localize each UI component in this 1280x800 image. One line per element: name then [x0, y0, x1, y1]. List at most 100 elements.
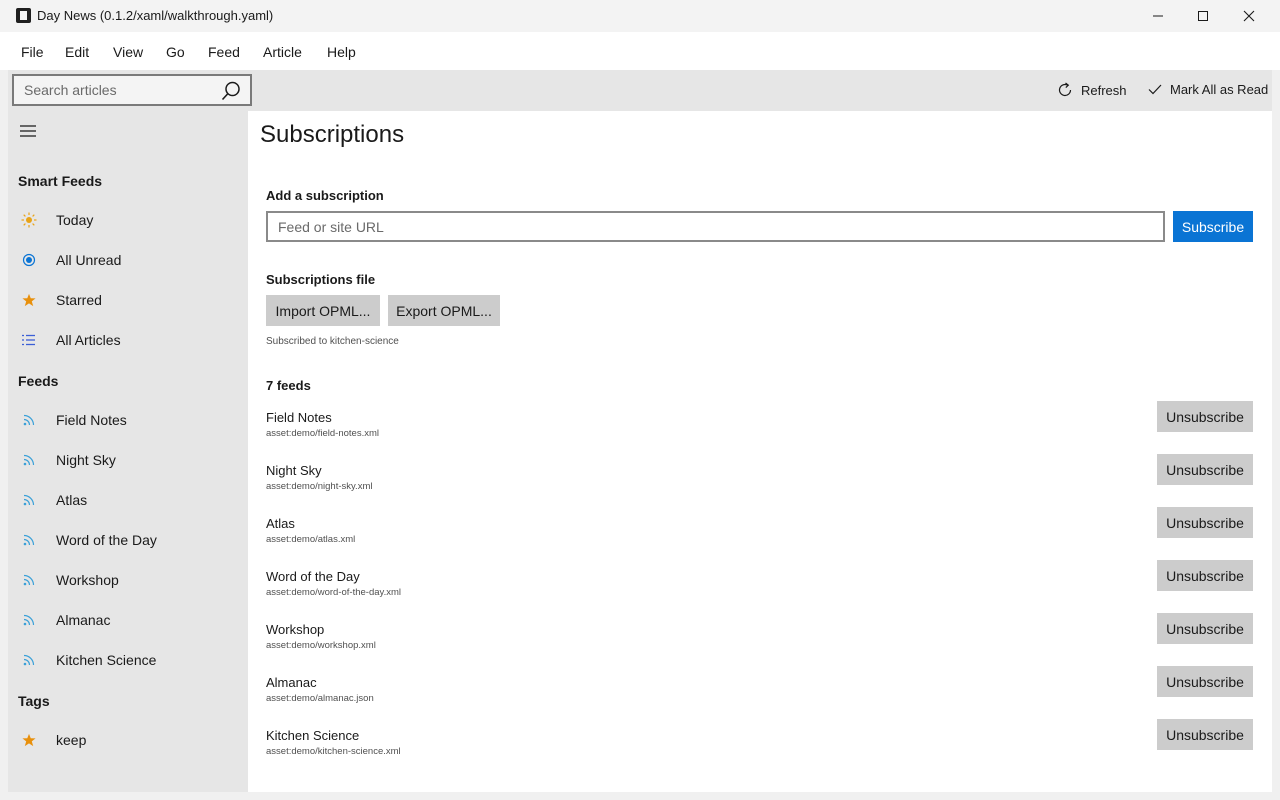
menu-feed[interactable]: Feed — [208, 44, 240, 60]
unsubscribe-button[interactable]: Unsubscribe — [1157, 507, 1253, 538]
minimize-icon — [1153, 15, 1163, 17]
tags-heading: Tags — [18, 693, 50, 709]
hamburger-menu-button[interactable] — [19, 123, 37, 139]
minimize-button[interactable] — [1135, 0, 1181, 32]
sidebar-item-feed[interactable]: Workshop — [8, 560, 248, 600]
app-icon — [16, 8, 31, 23]
sidebar-item-feed[interactable]: Atlas — [8, 480, 248, 520]
unsubscribe-button[interactable]: Unsubscribe — [1157, 613, 1253, 644]
search-box — [12, 74, 252, 106]
sidebar-item-feed[interactable]: Almanac — [8, 600, 248, 640]
feed-url: asset:demo/almanac.json — [266, 693, 374, 704]
title-bar: Day News (0.1.2/xaml/walkthrough.yaml) — [0, 0, 1280, 32]
star-icon — [21, 732, 37, 748]
export-opml-button[interactable]: Export OPML... — [388, 295, 500, 326]
refresh-label: Refresh — [1081, 82, 1127, 98]
sidebar-item-all-unread[interactable]: All Unread — [8, 240, 248, 280]
feed-row: Field Notes asset:demo/field-notes.xml U… — [248, 401, 1272, 463]
maximize-button[interactable] — [1180, 0, 1226, 32]
mark-all-read-label: Mark All as Read — [1170, 81, 1269, 97]
star-icon — [21, 292, 37, 308]
feeds-heading: Feeds — [18, 373, 59, 389]
checkmark-icon — [1148, 84, 1162, 95]
radio-icon — [21, 252, 37, 268]
refresh-icon — [1058, 82, 1072, 97]
menu-file[interactable]: File — [21, 44, 44, 60]
feed-row: Night Sky asset:demo/night-sky.xml Unsub… — [248, 454, 1272, 516]
menu-go[interactable]: Go — [166, 44, 185, 60]
feed-url: asset:demo/night-sky.xml — [266, 481, 373, 492]
unsubscribe-button[interactable]: Unsubscribe — [1157, 454, 1253, 485]
sidebar-item-label: Almanac — [56, 612, 111, 628]
feed-url: asset:demo/kitchen-science.xml — [266, 746, 401, 757]
close-button[interactable] — [1226, 0, 1272, 32]
feed-url-input[interactable] — [266, 211, 1165, 242]
sidebar-item-feed[interactable]: Word of the Day — [8, 520, 248, 560]
rss-icon — [21, 452, 37, 468]
rss-icon — [21, 652, 37, 668]
sidebar-item-label: Word of the Day — [56, 532, 157, 548]
rss-icon — [21, 612, 37, 628]
refresh-button[interactable]: Refresh — [1056, 81, 1127, 99]
page-title: Subscriptions — [260, 121, 405, 148]
feed-row: Almanac asset:demo/almanac.json Unsubscr… — [248, 666, 1272, 728]
sidebar-item-label: Workshop — [56, 572, 119, 588]
subscriptions-file-label: Subscriptions file — [266, 272, 376, 287]
main-content: Subscriptions Add a subscription Subscri… — [248, 111, 1272, 792]
rss-icon — [21, 412, 37, 428]
sidebar-item-label: Today — [56, 212, 94, 228]
unsubscribe-button[interactable]: Unsubscribe — [1157, 560, 1253, 591]
menu-edit[interactable]: Edit — [65, 44, 89, 60]
feed-row: Atlas asset:demo/atlas.xml Unsubscribe — [248, 507, 1272, 569]
search-input[interactable] — [14, 76, 214, 104]
sidebar-item-today[interactable]: Today — [8, 200, 248, 240]
list-icon — [21, 332, 37, 348]
import-opml-button[interactable]: Import OPML... — [266, 295, 380, 326]
sidebar-item-label: Field Notes — [56, 412, 127, 428]
search-icon — [221, 81, 240, 101]
window-title: Day News (0.1.2/xaml/walkthrough.yaml) — [37, 8, 274, 23]
feeds-count: 7 feeds — [266, 378, 311, 393]
menu-view[interactable]: View — [113, 44, 143, 60]
subscribe-button[interactable]: Subscribe — [1173, 211, 1253, 242]
feed-name: Atlas — [266, 516, 295, 531]
rss-icon — [21, 492, 37, 508]
feed-row: Workshop asset:demo/workshop.xml Unsubsc… — [248, 613, 1272, 675]
toolbar: Refresh Mark All as Read — [8, 70, 1272, 111]
feed-name: Field Notes — [266, 410, 332, 425]
sidebar-item-label: All Articles — [56, 332, 121, 348]
feed-name: Word of the Day — [266, 569, 360, 584]
feed-row: Kitchen Science asset:demo/kitchen-scien… — [248, 719, 1272, 781]
sidebar-item-feed[interactable]: Night Sky — [8, 440, 248, 480]
feed-url: asset:demo/atlas.xml — [266, 534, 356, 545]
sidebar-item-feed[interactable]: Field Notes — [8, 400, 248, 440]
smart-feeds-heading: Smart Feeds — [18, 173, 103, 189]
sidebar-item-label: Starred — [56, 292, 102, 308]
sidebar-item-feed[interactable]: Kitchen Science — [8, 640, 248, 680]
sidebar-item-label: Kitchen Science — [56, 652, 157, 668]
unsubscribe-button[interactable]: Unsubscribe — [1157, 719, 1253, 750]
sidebar-item-tag-keep[interactable]: keep — [8, 720, 248, 760]
sidebar-item-all-articles[interactable]: All Articles — [8, 320, 248, 360]
close-icon — [1243, 10, 1255, 22]
maximize-icon — [1198, 11, 1208, 21]
mark-all-read-button[interactable]: Mark All as Read — [1147, 81, 1268, 97]
sidebar-item-label: Atlas — [56, 492, 88, 508]
rss-icon — [21, 532, 37, 548]
sidebar-item-label: keep — [56, 732, 87, 748]
menu-help[interactable]: Help — [327, 44, 356, 60]
feed-row: Word of the Day asset:demo/word-of-the-d… — [248, 560, 1272, 622]
feed-name: Kitchen Science — [266, 728, 360, 743]
rss-icon — [21, 572, 37, 588]
sidebar-item-starred[interactable]: Starred — [8, 280, 248, 320]
sun-icon — [21, 212, 37, 228]
feed-name: Almanac — [266, 675, 317, 690]
unsubscribe-button[interactable]: Unsubscribe — [1157, 666, 1253, 697]
search-button[interactable] — [220, 80, 242, 102]
sidebar: Smart Feeds Today All Unread Starred All… — [8, 111, 248, 792]
unsubscribe-button[interactable]: Unsubscribe — [1157, 401, 1253, 432]
feed-name: Night Sky — [266, 463, 322, 478]
menu-article[interactable]: Article — [263, 44, 302, 60]
sidebar-item-label: Night Sky — [56, 452, 116, 468]
feed-url: asset:demo/field-notes.xml — [266, 428, 379, 439]
